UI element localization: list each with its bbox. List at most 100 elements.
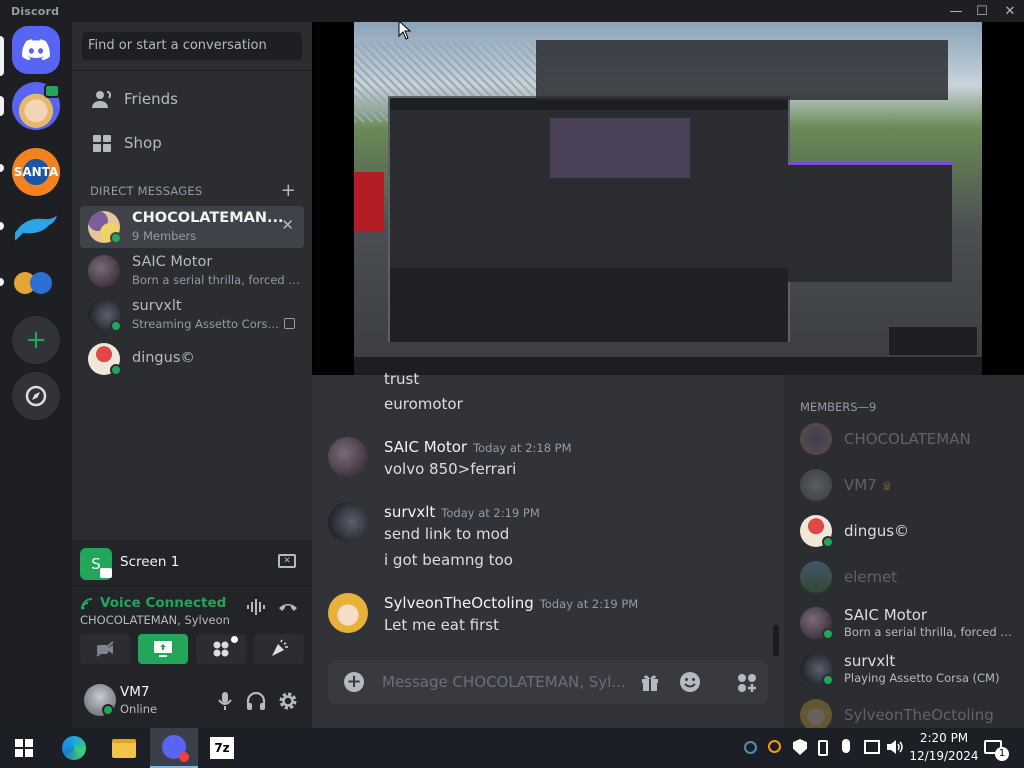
maximize-button[interactable]: ☐ bbox=[968, 0, 996, 22]
apps-icon[interactable] bbox=[736, 672, 758, 694]
nested-window-side bbox=[788, 162, 952, 282]
stream-video[interactable] bbox=[312, 22, 1024, 375]
settings-gear-icon[interactable] bbox=[278, 691, 298, 711]
clock-time[interactable]: 2:20 PM bbox=[910, 731, 978, 745]
discord-icon bbox=[162, 735, 189, 762]
nav-label: Friends bbox=[124, 90, 178, 108]
member-item[interactable]: dingus© bbox=[800, 510, 1020, 552]
discover-button[interactable] bbox=[12, 372, 60, 420]
member-item[interactable]: CHOCOLATEMAN bbox=[800, 418, 1020, 460]
message-list: trust euromotor SAIC Motor Today at 2:18 … bbox=[312, 370, 784, 665]
member-activity: Born a serial thrilla, forced to ... bbox=[844, 625, 1014, 639]
member-name: survxlt bbox=[844, 652, 896, 670]
camera-off-icon bbox=[96, 641, 114, 657]
message-author[interactable]: SAIC Motor Today at 2:18 PM bbox=[384, 438, 572, 456]
member-item[interactable]: SylveonTheOctoling bbox=[800, 694, 1020, 728]
inner-taskbar bbox=[354, 357, 982, 375]
dm-section-header: DIRECT MESSAGES + bbox=[90, 180, 296, 201]
nav-friends[interactable]: Friends bbox=[80, 78, 304, 120]
camera-button[interactable] bbox=[80, 634, 130, 664]
main-area: trust euromotor SAIC Motor Today at 2:18 … bbox=[312, 22, 1024, 728]
soundboard-button[interactable] bbox=[254, 634, 304, 664]
stream-frame bbox=[354, 22, 982, 375]
activities-button[interactable] bbox=[196, 634, 246, 664]
member-name: CHOCOLATEMAN bbox=[844, 430, 971, 448]
taskbar-edge[interactable] bbox=[50, 728, 98, 768]
search-input[interactable]: Find or start a conversation bbox=[82, 32, 302, 60]
home-button[interactable] bbox=[12, 26, 60, 74]
screenshare-button[interactable] bbox=[138, 634, 188, 664]
minimize-button[interactable]: — bbox=[942, 0, 970, 22]
dm-item-dingus[interactable]: dingus© bbox=[80, 338, 304, 380]
avatar bbox=[88, 255, 120, 287]
dm-item-group[interactable]: CHOCOLATEMAN... 9 Members ✕ bbox=[80, 206, 304, 248]
newo-logo-icon bbox=[14, 272, 58, 296]
activities-icon bbox=[213, 641, 229, 657]
server-dolphin[interactable] bbox=[12, 204, 60, 252]
taskbar-discord[interactable] bbox=[150, 728, 198, 768]
crown-icon: ♛ bbox=[881, 479, 893, 493]
add-dm-button[interactable]: + bbox=[281, 180, 296, 201]
author-avatar[interactable] bbox=[328, 437, 368, 477]
message-author[interactable]: SylveonTheOctoling Today at 2:19 PM bbox=[384, 594, 638, 612]
member-item[interactable]: survxlt Playing Assetto Corsa (CM) bbox=[800, 648, 1020, 690]
member-avatar bbox=[800, 469, 832, 501]
microphone-tray-icon[interactable] bbox=[842, 739, 850, 753]
dm-subtitle: Born a serial thrilla, forced to ... bbox=[132, 273, 300, 287]
voice-channel-name[interactable]: CHOCOLATEMAN, Sylveon... bbox=[80, 613, 230, 627]
attach-plus-icon[interactable]: + bbox=[344, 672, 364, 692]
dm-item-survxlt[interactable]: survxlt Streaming Assetto Corsa (... bbox=[80, 294, 304, 336]
gift-icon[interactable] bbox=[640, 672, 660, 692]
disconnect-icon[interactable] bbox=[278, 600, 298, 612]
taskbar-explorer[interactable] bbox=[100, 728, 148, 768]
member-name: VM7 bbox=[844, 476, 877, 494]
search-tray-icon[interactable] bbox=[768, 740, 781, 753]
message-timestamp: Today at 2:18 PM bbox=[473, 441, 572, 455]
soundboard-icon bbox=[272, 639, 288, 656]
member-name: dingus© bbox=[844, 522, 910, 540]
usb-icon[interactable] bbox=[818, 740, 828, 756]
start-button[interactable] bbox=[0, 728, 48, 768]
message-text: i got beamng too bbox=[384, 551, 513, 569]
fanta-logo-icon: SANTA bbox=[12, 148, 60, 196]
close-window-button[interactable]: ✕ bbox=[996, 0, 1024, 22]
emoji-icon[interactable] bbox=[679, 671, 701, 693]
member-item[interactable]: VM7 ♛ bbox=[800, 464, 1020, 506]
shop-icon bbox=[80, 133, 124, 153]
add-server-button[interactable]: + bbox=[12, 316, 60, 364]
rich-presence-icon bbox=[284, 318, 295, 329]
member-avatar bbox=[800, 423, 832, 455]
close-dm-icon[interactable]: ✕ bbox=[281, 216, 294, 234]
network-icon[interactable] bbox=[864, 740, 880, 754]
message-author[interactable]: survxlt Today at 2:19 PM bbox=[384, 503, 540, 521]
server-fanta[interactable]: SANTA bbox=[12, 148, 60, 196]
nested-panel bbox=[390, 268, 788, 342]
volume-icon[interactable] bbox=[886, 739, 904, 755]
user-status: Online bbox=[120, 702, 158, 716]
taskbar-7zip[interactable]: 7z bbox=[198, 728, 246, 768]
author-avatar[interactable] bbox=[328, 593, 368, 633]
tray-app-icon[interactable] bbox=[744, 741, 757, 754]
stop-stream-icon[interactable]: ✕ bbox=[278, 554, 296, 568]
member-item[interactable]: SAIC Motor Born a serial thrilla, forced… bbox=[800, 602, 1020, 644]
headphones-icon[interactable] bbox=[246, 691, 266, 711]
member-name: SylveonTheOctoling bbox=[844, 706, 994, 724]
7zip-icon: 7z bbox=[210, 737, 234, 759]
nav-label: Shop bbox=[124, 134, 162, 152]
microphone-icon[interactable] bbox=[218, 691, 232, 711]
noise-suppression-icon[interactable] bbox=[246, 598, 266, 616]
message-text: volvo 850>ferrari bbox=[384, 460, 517, 478]
dm-item-saic[interactable]: SAIC Motor Born a serial thrilla, forced… bbox=[80, 250, 304, 292]
clock-date[interactable]: 12/19/2024 bbox=[906, 749, 982, 763]
member-item[interactable]: elernet bbox=[800, 556, 1020, 598]
online-status-icon bbox=[102, 704, 114, 716]
notification-count: 1 bbox=[995, 747, 1009, 761]
author-avatar[interactable] bbox=[328, 502, 368, 542]
scrollbar[interactable] bbox=[773, 625, 779, 657]
compass-icon bbox=[25, 385, 47, 407]
defender-icon[interactable] bbox=[793, 739, 807, 755]
nav-shop[interactable]: Shop bbox=[80, 122, 304, 164]
message-input[interactable]: Message CHOCOLATEMAN, Syl... bbox=[382, 673, 626, 691]
server-newo[interactable] bbox=[12, 260, 60, 308]
member-name: elernet bbox=[844, 568, 898, 586]
